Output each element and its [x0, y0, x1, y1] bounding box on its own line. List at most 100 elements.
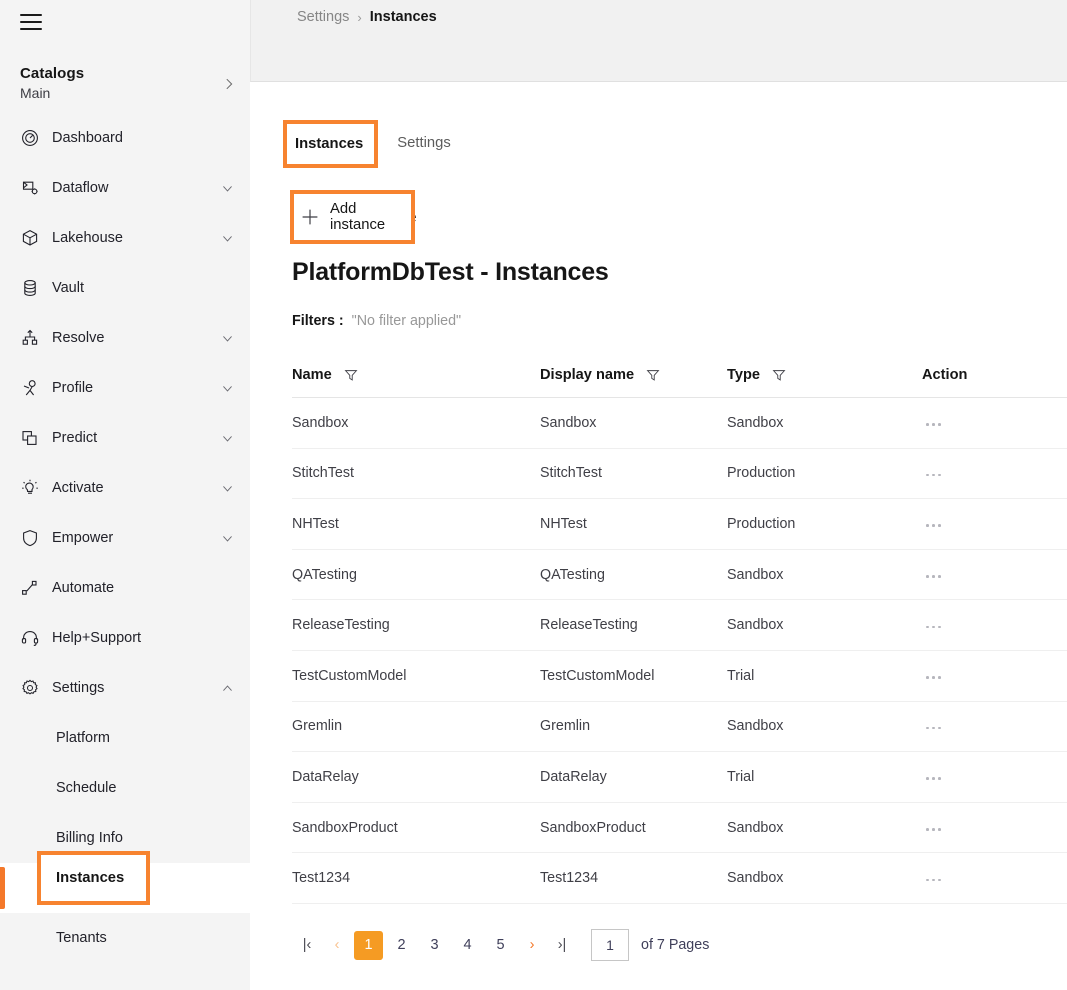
chevron-down-icon[interactable]: [221, 332, 234, 345]
sidebar-item-billing-info[interactable]: Billing Info: [0, 813, 250, 863]
chevron-right-icon[interactable]: [222, 77, 236, 91]
table-row[interactable]: Test1234 Test1234 Sandbox: [292, 853, 1067, 904]
cell-name: DataRelay: [292, 768, 359, 785]
chevron-down-icon[interactable]: [221, 232, 234, 245]
funnel-icon[interactable]: [344, 368, 358, 382]
sidebar-nav: Dashboard Dataflow Lakehouse Vault Resol…: [0, 113, 250, 963]
chevron-up-icon[interactable]: [221, 682, 234, 695]
sidebar-item-label: Automate: [52, 580, 115, 596]
table-row[interactable]: QATesting QATesting Sandbox: [292, 550, 1067, 601]
cell-name: Test1234: [292, 870, 351, 887]
pagination-last-button[interactable]: ›|: [547, 930, 577, 960]
ellipsis-icon[interactable]: [922, 721, 945, 736]
lakehouse-icon: [20, 228, 40, 248]
breadcrumb-parent[interactable]: Settings: [297, 9, 349, 25]
sidebar-item-help-support[interactable]: Help+Support: [0, 613, 250, 663]
cell-display-name: ReleaseTesting: [540, 617, 638, 634]
cell-type: Production: [727, 465, 796, 482]
pagination-page-3[interactable]: 3: [420, 931, 449, 960]
chevron-down-icon[interactable]: [221, 482, 234, 495]
column-header-label: Action: [922, 366, 968, 383]
table-row[interactable]: DataRelay DataRelay Trial: [292, 752, 1067, 803]
pagination-next-button[interactable]: ›: [517, 930, 547, 960]
hamburger-icon[interactable]: [20, 14, 42, 30]
funnel-icon[interactable]: [646, 368, 660, 382]
ellipsis-icon[interactable]: [922, 771, 945, 786]
column-header-label: Type: [727, 366, 760, 383]
table-row[interactable]: Gremlin Gremlin Sandbox: [292, 702, 1067, 753]
cell-type: Trial: [727, 667, 755, 684]
sidebar-item-tenants[interactable]: Tenants: [0, 913, 250, 963]
table-row[interactable]: StitchTest StitchTest Production: [292, 449, 1067, 500]
sidebar-item-resolve[interactable]: Resolve: [0, 313, 250, 363]
chevron-down-icon[interactable]: [221, 432, 234, 445]
ellipsis-icon[interactable]: [922, 873, 945, 888]
sidebar-item-profile[interactable]: Profile: [0, 363, 250, 413]
catalogs-selector[interactable]: Catalogs Main: [0, 58, 250, 110]
sidebar-item-activate[interactable]: Activate: [0, 463, 250, 513]
sidebar-item-vault[interactable]: Vault: [0, 263, 250, 313]
hamburger-bar: [20, 28, 42, 30]
sidebar-item-platform[interactable]: Platform: [0, 713, 250, 763]
table-row[interactable]: ReleaseTesting ReleaseTesting Sandbox: [292, 600, 1067, 651]
funnel-icon[interactable]: [772, 368, 786, 382]
resolve-icon: [20, 328, 40, 348]
cell-action: [922, 819, 1042, 837]
sidebar-item-label: Profile: [52, 380, 94, 396]
pagination-page-2[interactable]: 2: [387, 931, 416, 960]
ellipsis-icon[interactable]: [922, 468, 945, 483]
sidebar-item-predict[interactable]: Predict: [0, 413, 250, 463]
ellipsis-icon[interactable]: [922, 569, 945, 584]
sidebar-item-lakehouse[interactable]: Lakehouse: [0, 213, 250, 263]
tab-instances[interactable]: Instances: [290, 129, 363, 160]
pagination-page-input[interactable]: [591, 929, 629, 961]
pagination-page-5[interactable]: 5: [486, 931, 515, 960]
cell-name: QATesting: [292, 566, 357, 583]
automate-icon: [20, 578, 40, 598]
column-header-label: Name: [292, 366, 332, 383]
cell-display-name: QATesting: [540, 566, 605, 583]
breadcrumb-current: Instances: [369, 9, 437, 25]
sidebar-item-label: Settings: [52, 680, 105, 696]
cell-type: Sandbox: [727, 414, 784, 431]
cell-display-name: TestCustomModel: [540, 667, 655, 684]
sidebar-item-instances[interactable]: Instances: [0, 863, 250, 913]
chevron-down-icon[interactable]: [221, 382, 234, 395]
ellipsis-icon[interactable]: [922, 620, 945, 635]
chevron-down-icon[interactable]: [221, 182, 234, 195]
cell-display-name: Gremlin: [540, 718, 591, 735]
add-instance-label: Add instance: [331, 210, 417, 226]
pagination-page-1[interactable]: 1: [354, 930, 383, 960]
ellipsis-icon[interactable]: [922, 822, 945, 837]
pagination-total-pages-label: of 7 Pages: [641, 937, 710, 953]
sidebar-item-automate[interactable]: Automate: [0, 563, 250, 613]
cell-action: [922, 768, 1042, 786]
add-instance-button[interactable]: Add instance: [297, 202, 421, 234]
filters-row: Filters : "No filter applied": [292, 313, 461, 329]
sidebar-item-empower[interactable]: Empower: [0, 513, 250, 563]
settings-gear-icon: [20, 678, 40, 698]
cell-type: Sandbox: [727, 718, 784, 735]
sidebar-item-dashboard[interactable]: Dashboard: [0, 113, 250, 163]
cell-action: [922, 616, 1042, 634]
table-row[interactable]: NHTest NHTest Production: [292, 499, 1067, 550]
table-row[interactable]: SandboxProduct SandboxProduct Sandbox: [292, 803, 1067, 854]
table-row[interactable]: Sandbox Sandbox Sandbox: [292, 398, 1067, 449]
pagination-first-button[interactable]: |‹: [292, 930, 322, 960]
pagination-prev-button[interactable]: ‹: [322, 930, 352, 960]
table-row[interactable]: TestCustomModel TestCustomModel Trial: [292, 651, 1067, 702]
ellipsis-icon[interactable]: [922, 518, 945, 533]
cell-display-name: Test1234: [540, 870, 599, 887]
app-root: Catalogs Main Dashboard Dataflow Lakehou…: [0, 0, 1067, 990]
sidebar-item-dataflow[interactable]: Dataflow: [0, 163, 250, 213]
sidebar-subitem-label: Billing Info: [56, 830, 123, 846]
chevron-down-icon[interactable]: [221, 532, 234, 545]
pagination-page-4[interactable]: 4: [453, 931, 482, 960]
ellipsis-icon[interactable]: [922, 670, 945, 685]
sidebar-item-settings[interactable]: Settings: [0, 663, 250, 713]
cell-type: Sandbox: [727, 617, 784, 634]
cell-display-name: NHTest: [540, 515, 587, 532]
ellipsis-icon[interactable]: [922, 417, 945, 432]
tab-settings[interactable]: Settings: [395, 131, 452, 160]
sidebar-item-schedule[interactable]: Schedule: [0, 763, 250, 813]
